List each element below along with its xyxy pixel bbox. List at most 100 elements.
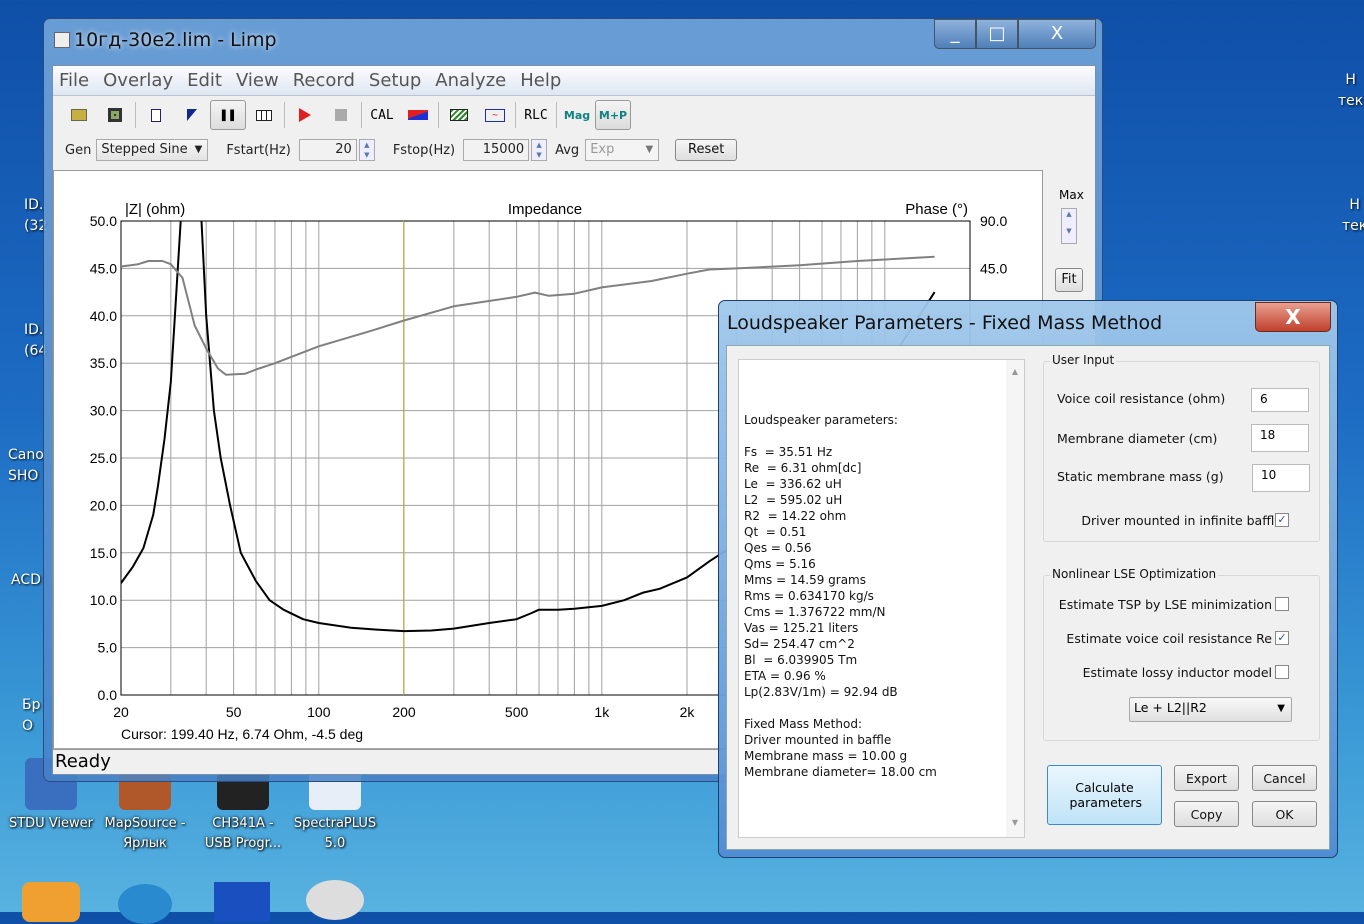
menu-edit[interactable]: Edit [187, 70, 222, 91]
result-line: Cms = 1.376722 mm/N [744, 605, 886, 619]
copy-button[interactable]: Copy [1174, 801, 1239, 827]
app-icon [54, 32, 70, 48]
result-line: Sd= 254.47 cm^2 [744, 637, 855, 651]
floppy-icon[interactable] [214, 882, 270, 922]
play-icon[interactable] [287, 100, 323, 130]
estimate-tsp-checkbox[interactable] [1275, 597, 1289, 611]
result-line: Mms = 14.59 grams [744, 573, 866, 587]
desktop-icon-partial-label[interactable]: Нтек [1338, 70, 1363, 112]
inductor-model-select[interactable]: Le + L2||R2 ▼ [1129, 697, 1292, 722]
dialog-close-button[interactable]: X [1255, 302, 1331, 332]
chevron-down-icon: ▼ [1277, 703, 1285, 714]
scroll-up-icon: ▲ [1011, 367, 1019, 376]
menu-analyze[interactable]: Analyze [435, 70, 506, 91]
membrane-diameter-input[interactable]: 18 [1251, 424, 1309, 452]
pause-button[interactable]: ❚❚ [210, 100, 246, 130]
chevron-down-icon: ▼ [645, 144, 654, 155]
menu-record[interactable]: Record [293, 70, 355, 91]
reset-button[interactable]: Reset [675, 139, 738, 161]
membrane-mass-label: Static membrane mass (g) [1057, 469, 1224, 484]
mag-phase-button[interactable]: M+P [595, 100, 631, 130]
scroll-down-icon: ▼ [1011, 818, 1019, 827]
gen-label: Gen [65, 142, 92, 158]
fit-button[interactable]: Fit [1055, 268, 1083, 292]
desktop-icon-partial-label[interactable]: ACD [11, 570, 41, 591]
generator-select[interactable]: Stepped Sine ▼ [96, 139, 209, 161]
result-line: Qt = 0.51 [744, 525, 807, 539]
mag-button[interactable]: Mag [559, 100, 595, 130]
desktop-icon-partial-label[interactable]: Cano SHO [8, 445, 44, 487]
check-icon: ✓ [1277, 631, 1287, 644]
result-line: Re = 6.31 ohm[dc] [744, 461, 862, 475]
results-scrollbar[interactable]: ▲ ▼ [1006, 360, 1024, 837]
membrane-diameter-label: Membrane diameter (cm) [1057, 431, 1218, 446]
result-line: Bl = 6.039905 Tm [744, 653, 858, 667]
rlc-button[interactable]: RLC [518, 100, 554, 130]
window-title: 10гд-30е2.lim - Limp [74, 29, 277, 51]
table-icon[interactable] [246, 100, 282, 130]
group-title: Nonlinear LSE Optimization [1050, 567, 1219, 581]
close-button[interactable]: X [1018, 19, 1096, 49]
result-line: Le = 336.62 uH [744, 477, 842, 491]
open-folder-icon[interactable] [61, 100, 97, 130]
generator-params: Gen Stepped Sine ▼ Fstart(Hz) 20 ▲ ▼ Fstop… [53, 134, 1095, 166]
globe-icon[interactable] [118, 884, 172, 924]
loudspeaker-parameters-dialog: Loudspeaker Parameters - Fixed Mass Meth… [718, 300, 1338, 858]
lossy-inductor-checkbox[interactable] [1275, 665, 1289, 679]
fstop-label: Fstop(Hz) [392, 142, 456, 158]
infinite-baffle-checkbox[interactable]: ✓ [1275, 513, 1289, 527]
lse-optimization-group: Nonlinear LSE Optimization Estimate TSP … [1043, 567, 1320, 741]
menu-setup[interactable]: Setup [369, 70, 421, 91]
calculate-parameters-button[interactable]: Calculate parameters [1047, 765, 1162, 825]
result-line [744, 428, 1019, 444]
max-stepper[interactable]: ▲ ▼ [1061, 208, 1077, 244]
chevron-down-icon: ▼ [194, 144, 203, 155]
menu-view[interactable]: View [236, 70, 279, 91]
fstop-input[interactable]: 15000 [463, 139, 530, 161]
group-title: User Input [1050, 353, 1117, 367]
fstart-input[interactable]: 20 [298, 139, 357, 161]
maximize-button[interactable]: □ [976, 19, 1018, 49]
ok-button[interactable]: OK [1252, 801, 1317, 827]
voice-coil-resistance-input[interactable]: 6 [1251, 388, 1309, 412]
triangle-icon[interactable] [174, 100, 210, 130]
new-document-icon[interactable] [138, 100, 174, 130]
desktop-icon-partial-label[interactable]: Нтек [1342, 195, 1364, 237]
fstart-label: Fstart(Hz) [226, 142, 291, 158]
waveform-icon[interactable]: ~ [477, 100, 513, 130]
cancel-button[interactable]: Cancel [1252, 765, 1317, 791]
result-line: Vas = 125.21 liters [744, 621, 859, 635]
lossy-inductor-label: Estimate lossy inductor model [1082, 665, 1272, 680]
result-line: Fixed Mass Method: [744, 717, 862, 731]
fstart-stepper[interactable]: ▲ ▼ [358, 139, 375, 161]
infinite-baffle-label: Driver mounted in infinite baffle [1081, 513, 1282, 528]
result-line: Lp(2.83V/1m) = 92.94 dB [744, 685, 898, 699]
avg-select[interactable]: Exp ▼ [585, 139, 660, 161]
export-button[interactable]: Export [1174, 765, 1239, 791]
result-line: Qms = 5.16 [744, 557, 816, 571]
color-bar-icon[interactable] [400, 100, 436, 130]
menu-help[interactable]: Help [520, 70, 561, 91]
desktop-icon-partial-label[interactable]: Бр О [22, 695, 41, 737]
menu-overlay[interactable]: Overlay [103, 70, 173, 91]
membrane-mass-input[interactable]: 10 [1252, 464, 1310, 492]
minimize-button[interactable]: _ [934, 19, 976, 49]
result-line: Loudspeaker parameters: [744, 413, 898, 427]
stop-icon[interactable] [323, 100, 359, 130]
calibrate-button[interactable]: CAL [364, 100, 400, 130]
desktop-app-icon[interactable] [22, 882, 80, 922]
toolbar: ❚❚ CAL ~ RLC Mag M+P [53, 98, 1095, 132]
result-line: Rms = 0.634170 kg/s [744, 589, 874, 603]
save-icon[interactable] [97, 100, 133, 130]
results-textbox[interactable]: ▲ ▼ Loudspeaker parameters: Fs = 35.51 Hz R… [738, 359, 1025, 838]
result-line: Fs = 35.51 Hz [744, 445, 833, 459]
result-line: Membrane mass = 10.00 g [744, 749, 908, 763]
eac-icon[interactable] [306, 880, 364, 920]
menu-file[interactable]: File [59, 70, 89, 91]
green-lines-icon[interactable] [441, 100, 477, 130]
result-line [744, 700, 1019, 716]
result-line: Driver mounted in baffle [744, 733, 892, 747]
fstop-stepper[interactable]: ▲ ▼ [531, 139, 548, 161]
voice-coil-label: Voice coil resistance (ohm) [1057, 391, 1226, 406]
estimate-re-checkbox[interactable]: ✓ [1275, 631, 1289, 645]
